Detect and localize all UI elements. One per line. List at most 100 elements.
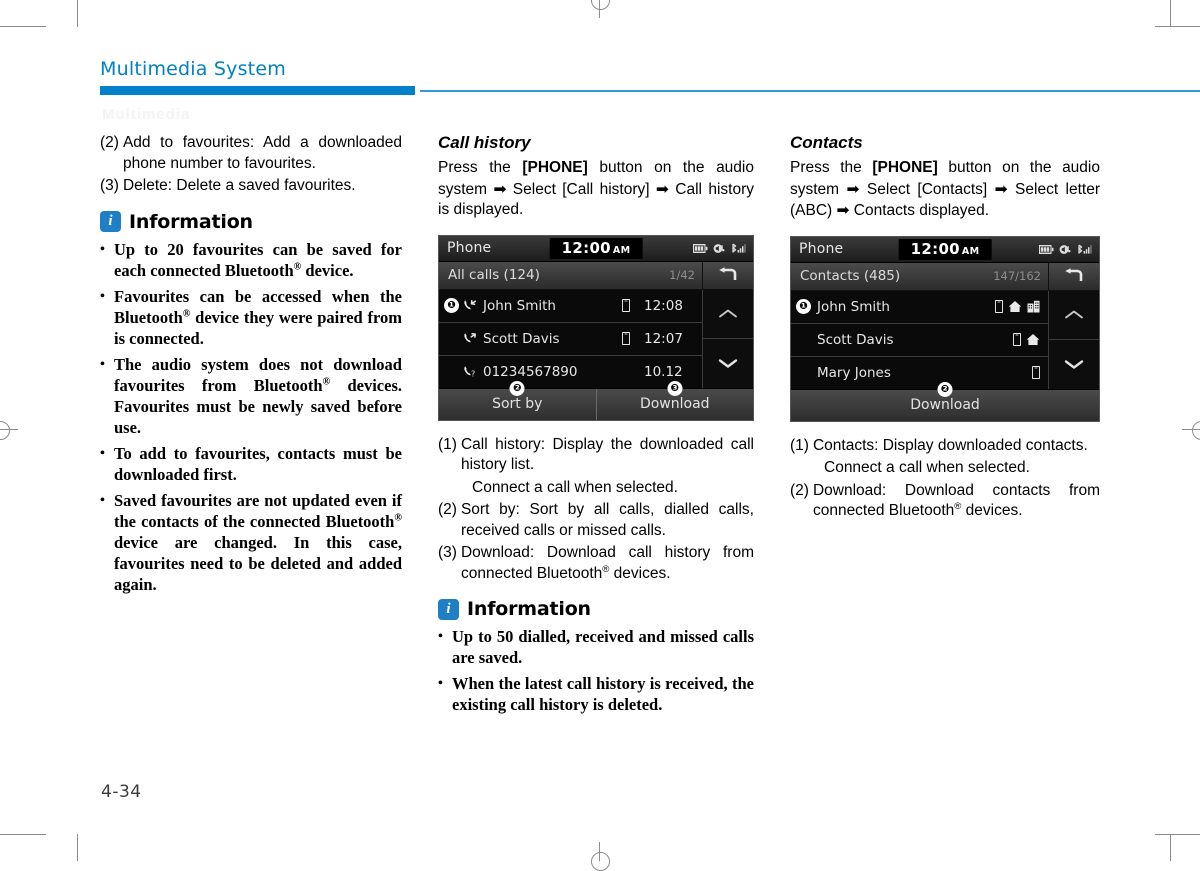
table-row[interactable]: Scott Davis (791, 323, 1048, 357)
crop-mark-top-left-horizontal (0, 26, 46, 27)
button-label: Download (910, 397, 980, 413)
chevron-up-icon (1065, 310, 1083, 319)
clock-ampm: AM (612, 244, 631, 256)
scroll-down-button[interactable] (1049, 339, 1099, 389)
chevron-down-icon (718, 359, 738, 368)
back-arrow-icon (719, 267, 737, 280)
information-header: i Information (438, 598, 754, 620)
information-bullet-list: • Up to 50 dialled, received and missed c… (438, 626, 754, 715)
table-row[interactable]: Scott Davis 12:07 (439, 322, 702, 356)
home-icon (1008, 301, 1022, 312)
back-button[interactable] (1048, 262, 1099, 290)
phone-button-label: [PHONE] (522, 159, 588, 176)
info-icon: i (100, 211, 121, 232)
list-header-title: All calls (124) (448, 267, 540, 283)
bluetooth-signal-icon (1078, 244, 1092, 254)
crop-mark-bottom-left-horizontal (0, 834, 46, 835)
header-rule-thin (420, 90, 1200, 92)
registration-mark-right-center-line (1182, 429, 1200, 430)
mute-audio-icon (713, 243, 725, 253)
list-item: (1) Contacts: Display downloaded contact… (790, 436, 1100, 457)
crop-mark-bottom-right-vertical (1170, 834, 1171, 861)
list-marker: (2) (790, 481, 809, 499)
sub-paragraph: Connect a call when selected. (824, 459, 1030, 476)
download-button[interactable]: ❸ Download (595, 380, 754, 420)
left-column: (2) Add to favourites: Add a downloaded … (100, 133, 402, 720)
contacts-rows: ❶ John Smith Scott Davis Mary Jones (791, 290, 1048, 389)
scroll-up-button[interactable] (703, 290, 753, 339)
mobile-icon (995, 300, 1003, 313)
crop-mark-top-right-vertical (1170, 0, 1171, 27)
mobile-icon (622, 332, 630, 345)
sub-paragraph: Connect a call when selected. (472, 478, 678, 496)
arrow-icon: ➡ (994, 179, 1008, 198)
contact-name: Scott Davis (483, 330, 560, 347)
intro-part: Press the (790, 159, 873, 176)
list-item: (2) Download: Download contacts from con… (790, 481, 1100, 522)
bullet-text: Favourites can be accessed when the Blue… (114, 286, 402, 348)
svg-text:?: ? (471, 370, 475, 379)
callout-badge: ❸ (667, 380, 683, 396)
call-time: 12:07 (644, 330, 683, 347)
sort-by-button[interactable]: ❷ Sort by (439, 380, 596, 420)
row-device-icons (622, 299, 638, 312)
intro-part: Select [Call history] (506, 180, 656, 198)
list-item: • Up to 20 favourites can be saved for ea… (100, 239, 402, 281)
bullet-icon: • (100, 445, 105, 461)
missed-call-icon: ? (459, 364, 479, 379)
device-clock: 12:00 AM (549, 237, 643, 259)
contact-name: Scott Davis (817, 331, 894, 348)
arrow-icon: ➡ (846, 179, 860, 198)
section-heading-contacts: Contacts (790, 133, 863, 152)
button-label: Download (639, 396, 710, 412)
bullet-text: When the latest call history is received… (452, 674, 754, 714)
table-row[interactable]: ❶ John Smith (791, 290, 1048, 324)
battery-icon (693, 243, 708, 253)
scroll-up-button[interactable] (1049, 291, 1099, 340)
intro-part: Press the (438, 159, 523, 176)
list-item: • When the latest call history is receive… (438, 673, 754, 715)
crop-mark-top-right-horizontal (1155, 26, 1200, 27)
call-history-intro: Press the [PHONE] button on the audio sy… (438, 158, 754, 221)
row-device-icons (622, 332, 638, 345)
information-title: Information (129, 210, 253, 233)
scroll-down-button[interactable] (703, 338, 753, 388)
bullet-icon: • (100, 356, 105, 372)
scroll-buttons (702, 289, 753, 388)
bullet-icon: • (100, 288, 105, 304)
phone-button-label: [PHONE] (872, 159, 938, 176)
list-text: Delete: Delete a saved favourites. (122, 177, 356, 194)
contacts-screenshot: Phone 12:00 AM Contacts (485) 147/162 ❶ … (790, 235, 1100, 422)
list-marker: (2) (100, 134, 119, 151)
mute-audio-icon (1059, 244, 1071, 254)
clock-time: 12:00 (561, 238, 611, 257)
chevron-up-icon (719, 309, 737, 318)
download-button[interactable]: ❷ Download (791, 381, 1099, 421)
back-arrow-icon (1065, 268, 1083, 281)
list-header-title: Contacts (485) (800, 268, 901, 284)
table-row[interactable]: Mary Jones (791, 356, 1048, 389)
contacts-intro: Press the [PHONE] button on the audio sy… (790, 158, 1100, 222)
intro-part: Contacts displayed. (849, 202, 990, 219)
list-item: • Saved favourites are not updated even i… (100, 490, 402, 595)
list-text: Contacts: Display downloaded contacts. (812, 436, 1088, 454)
device-status-bar: Phone 12:00 AM (439, 235, 753, 262)
mobile-icon (1032, 366, 1040, 379)
call-time: 12:08 (644, 297, 683, 314)
bullet-text: Up to 50 dialled, received and missed ca… (452, 627, 754, 667)
table-row[interactable]: ❶ John Smith 12:08 (439, 289, 702, 323)
clock-time: 12:00 (910, 239, 960, 258)
device-app-name: Phone (447, 240, 492, 256)
back-button[interactable] (702, 261, 753, 289)
row-device-icons (1032, 366, 1048, 379)
contact-name: John Smith (817, 298, 890, 315)
page-number: 4-34 (101, 782, 142, 802)
list-marker: (1) (438, 435, 457, 453)
registration-mark-left-center (0, 421, 10, 440)
contact-name: 01234567890 (483, 363, 578, 380)
outgoing-call-icon (459, 331, 479, 346)
crop-mark-top-left-vertical (77, 0, 78, 27)
list-item: • Up to 50 dialled, received and missed c… (438, 626, 754, 668)
device-list-header: All calls (124) 1/42 (439, 261, 753, 290)
table-row[interactable]: ? 01234567890 10.12 (439, 355, 702, 388)
